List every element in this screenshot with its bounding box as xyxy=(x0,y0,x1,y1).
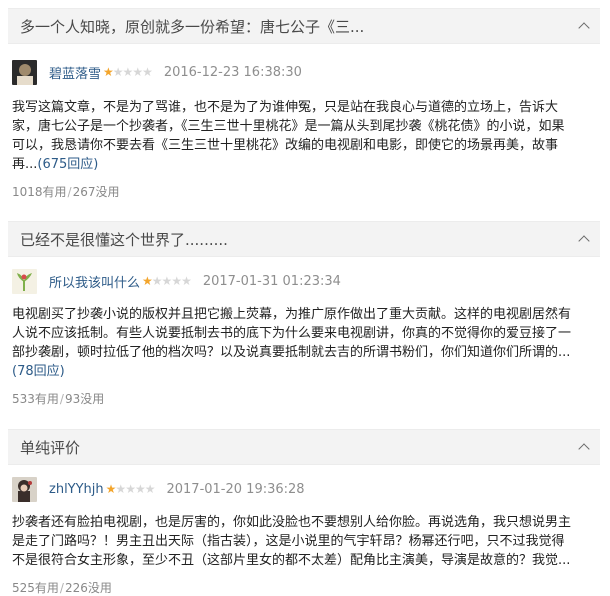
star-empty-icon: ★ xyxy=(161,274,173,288)
vote-counts: 533有用/93没用 xyxy=(0,381,610,407)
review-meta: 碧蓝落雪 ★ ★ ★ ★ ★ 2016-12-23 16:38:30 xyxy=(0,50,610,94)
collapse-icon[interactable] xyxy=(578,233,590,245)
reply-count-link[interactable]: (675回应) xyxy=(37,157,98,172)
avatar[interactable] xyxy=(12,268,37,294)
username[interactable]: zhlYYhjh xyxy=(49,482,104,497)
review-body: 抄袭者还有脸拍电视剧，也是厉害的，你如此没脸也不要想别人给你脸。再说选角，我只想… xyxy=(0,513,586,570)
useless-count[interactable]: 93没用 xyxy=(65,392,104,406)
vote-counts: 1018有用/267没用 xyxy=(0,174,610,200)
avatar-image xyxy=(12,476,37,502)
avatar[interactable] xyxy=(12,476,37,502)
star-empty-icon: ★ xyxy=(122,65,134,79)
review-body: 我写这篇文章，不是为了骂谁，也不是为了为谁伸冤，只是站在我良心与道德的立场上，告… xyxy=(0,98,586,174)
review-header[interactable]: 单纯评价 xyxy=(8,429,600,465)
review-header[interactable]: 多一个人知晓，原创就多一份希望：唐七公子《三... xyxy=(8,8,600,44)
useful-count[interactable]: 525有用 xyxy=(12,581,59,595)
avatar-image xyxy=(12,268,37,294)
useful-count[interactable]: 1018有用 xyxy=(12,185,67,199)
review-excerpt: 电视剧买了抄袭小说的版权并且把它搬上荧幕，为推广原作做出了重大贡献。这样的电视剧… xyxy=(12,307,572,360)
star-empty-icon: ★ xyxy=(125,482,136,496)
review-card: 多一个人知晓，原创就多一份希望：唐七公子《三... 碧蓝落雪 ★ ★ ★ ★ ★ 201… xyxy=(0,0,610,200)
username[interactable]: 所以我该叫什么 xyxy=(49,272,140,291)
useful-count[interactable]: 533有用 xyxy=(12,392,59,406)
avatar[interactable] xyxy=(12,59,37,85)
vote-separator: / xyxy=(67,185,72,199)
star-filled-icon: ★ xyxy=(105,482,117,496)
review-timestamp: 2017-01-31 01:23:34 xyxy=(202,273,341,289)
star-empty-icon: ★ xyxy=(181,274,192,288)
star-filled-icon: ★ xyxy=(103,65,114,79)
review-excerpt: 抄袭者还有脸拍电视剧，也是厉害的，你如此没脸也不要想别人给你脸。再说选角，我只想… xyxy=(12,515,572,568)
star-empty-icon: ★ xyxy=(112,65,124,79)
rating-stars: ★ ★ ★ ★ ★ xyxy=(142,274,192,288)
star-empty-icon: ★ xyxy=(144,482,156,496)
rating-stars: ★ ★ ★ ★ ★ xyxy=(105,482,156,496)
review-body: 电视剧买了抄袭小说的版权并且把它搬上荧幕，为推广原作做出了重大贡献。这样的电视剧… xyxy=(0,305,586,381)
star-filled-icon: ★ xyxy=(142,274,153,288)
avatar-image xyxy=(12,59,37,85)
review-timestamp: 2016-12-23 16:38:30 xyxy=(163,64,302,80)
review-card: 已经不是很懂这个世界了......... 所以我该叫什么 ★ ★ ★ ★ ★ 2017-… xyxy=(0,221,610,407)
username[interactable]: 碧蓝落雪 xyxy=(49,63,101,82)
star-empty-icon: ★ xyxy=(115,482,126,496)
vote-separator: / xyxy=(59,581,64,595)
useless-count[interactable]: 226没用 xyxy=(65,581,112,595)
review-meta: 所以我该叫什么 ★ ★ ★ ★ ★ 2017-01-31 01:23:34 xyxy=(0,259,610,303)
reply-count-link[interactable]: (78回应) xyxy=(12,364,65,379)
star-empty-icon: ★ xyxy=(171,274,182,288)
review-meta: zhlYYhjh ★ ★ ★ ★ ★ 2017-01-20 19:36:28 xyxy=(0,467,610,511)
collapse-icon[interactable] xyxy=(578,20,590,32)
star-empty-icon: ★ xyxy=(134,482,146,496)
useless-count[interactable]: 267没用 xyxy=(73,185,120,199)
star-empty-icon: ★ xyxy=(132,65,143,79)
review-card: 单纯评价 zhlYYhjh ★ ★ ★ ★ ★ 2017-01-20 19:36:28 … xyxy=(0,429,610,596)
star-empty-icon: ★ xyxy=(151,274,163,288)
collapse-icon[interactable] xyxy=(578,441,590,453)
review-timestamp: 2017-01-20 19:36:28 xyxy=(166,481,305,497)
star-empty-icon: ★ xyxy=(142,65,153,79)
review-title[interactable]: 单纯评价 xyxy=(20,437,80,458)
vote-counts: 525有用/226没用 xyxy=(0,570,610,596)
review-header[interactable]: 已经不是很懂这个世界了......... xyxy=(8,221,600,257)
review-title[interactable]: 已经不是很懂这个世界了......... xyxy=(20,229,228,250)
review-title[interactable]: 多一个人知晓，原创就多一份希望：唐七公子《三... xyxy=(20,16,364,37)
vote-separator: / xyxy=(59,392,64,406)
rating-stars: ★ ★ ★ ★ ★ xyxy=(103,65,153,79)
